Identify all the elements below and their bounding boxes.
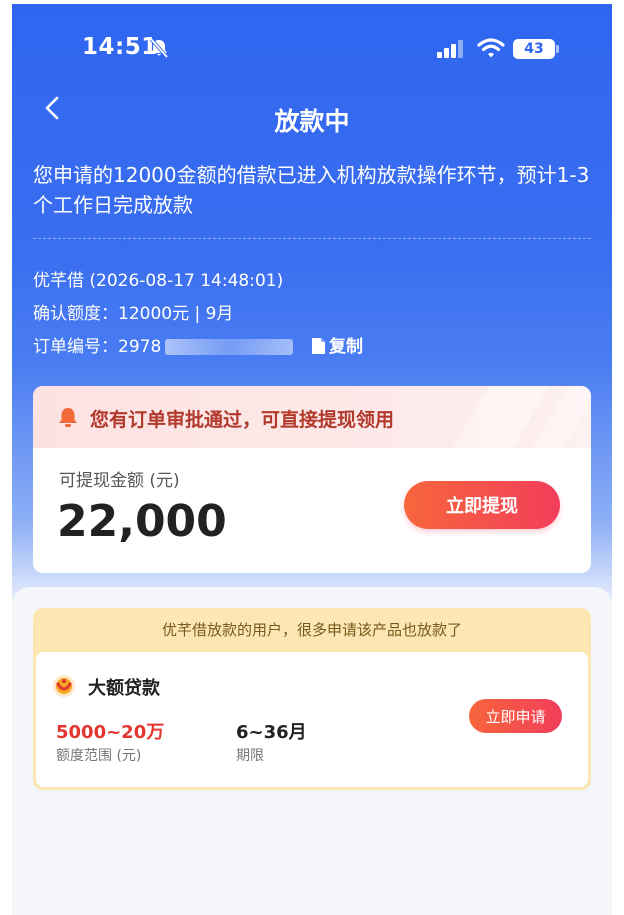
- product-item[interactable]: 大额贷款 5000~20万 额度范围 (元) 6~36月 期限 立即申请: [36, 652, 588, 787]
- header-decoration: [453, 386, 549, 448]
- credit-line: 确认额度：12000元 | 9月: [33, 304, 234, 324]
- status-notice: 您申请的12000金额的借款已进入机构放款操作环节，预计1-3个工作日完成放款: [33, 163, 590, 217]
- approval-card-header: 您有订单审批通过，可直接提现领用: [33, 386, 591, 448]
- product-name: 大额贷款: [88, 678, 160, 699]
- approval-card: 您有订单审批通过，可直接提现领用 可提现金额 (元) 22,000 立即提现: [33, 386, 591, 573]
- phone-screen: 14:51 43 放款中 您申请的12000金额的借款已进入机构放款操作环节，预…: [12, 4, 612, 915]
- status-time: 14:51: [82, 34, 158, 60]
- wifi-icon: [477, 38, 505, 58]
- lender-line: 优芊借 (2026-08-17 14:48:01): [33, 271, 284, 291]
- copy-icon: [312, 338, 325, 354]
- amount-range: 5000~20万: [56, 722, 165, 743]
- copy-button[interactable]: 复制: [312, 332, 363, 357]
- copy-label: 复制: [329, 337, 363, 357]
- withdraw-button[interactable]: 立即提现: [404, 481, 560, 529]
- signal-icon: [437, 40, 463, 58]
- dashed-divider: [33, 238, 591, 239]
- battery-icon: 43: [513, 39, 555, 59]
- battery-tip: [556, 45, 559, 53]
- recommendation-card: 优芊借放款的用户，很多申请该产品也放款了 大额贷款 5000~20万 额度范围 …: [33, 608, 591, 790]
- available-amount: 22,000: [57, 496, 227, 547]
- recommendation-header: 优芊借放款的用户，很多申请该产品也放款了: [161, 621, 462, 639]
- order-number-value: 2978: [118, 337, 162, 357]
- loan-term: 6~36月: [236, 722, 307, 743]
- page-title: 放款中: [274, 107, 350, 136]
- bell-off-icon: [149, 37, 169, 59]
- order-number-mask: [165, 339, 294, 355]
- apply-now-button[interactable]: 立即申请: [469, 699, 562, 733]
- order-number-label: 订单编号：: [33, 337, 118, 357]
- approval-message: 您有订单审批通过，可直接提现领用: [90, 409, 395, 431]
- loan-term-label: 期限: [236, 748, 264, 764]
- available-amount-label: 可提现金额 (元): [59, 471, 180, 491]
- product-logo-icon: [53, 675, 75, 697]
- status-bar: 14:51 43: [12, 4, 612, 94]
- alarm-bell-icon: [59, 408, 77, 427]
- order-number-row: 订单编号：2978: [33, 332, 297, 357]
- amount-range-label: 额度范围 (元): [56, 748, 142, 764]
